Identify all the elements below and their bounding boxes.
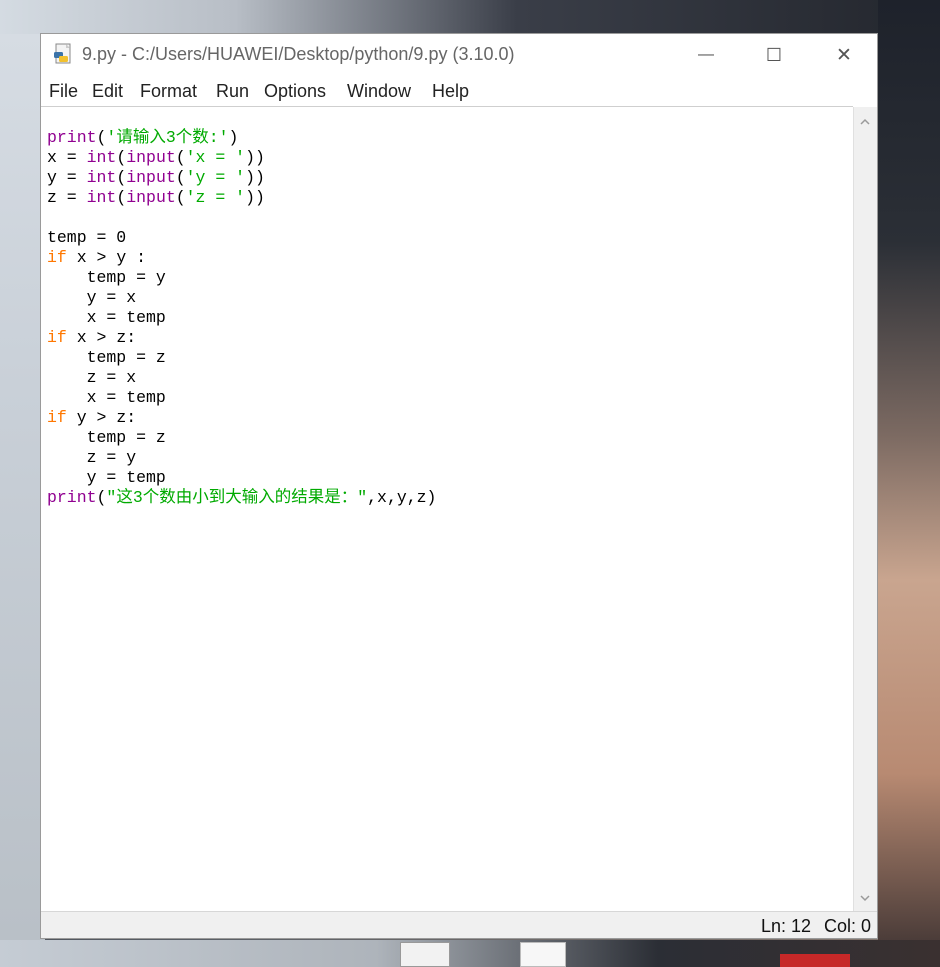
code-token: int <box>86 168 117 187</box>
menu-bar: File Edit Format Run Options Window Help <box>41 76 877 106</box>
code-token: 'y = ' <box>185 168 246 187</box>
code-editor[interactable]: print('请输入3个数:') x = int(input('x = ')) y … <box>41 107 853 911</box>
code-token: z = y <box>47 448 137 467</box>
python-file-icon <box>54 43 71 64</box>
code-token: x > y : <box>66 248 147 267</box>
code-token: x > z: <box>66 328 137 347</box>
idle-editor-window: 9.py - C:/Users/HUAWEI/Desktop/python/9.… <box>40 33 878 939</box>
code-token: temp = z <box>47 428 166 447</box>
code-line[interactable]: z = x <box>47 368 137 388</box>
code-token: ( <box>116 148 127 167</box>
code-line[interactable]: temp = z <box>47 428 166 448</box>
menu-help[interactable]: Help <box>432 81 469 102</box>
code-token: y = <box>47 168 87 187</box>
code-token: ) <box>228 128 239 147</box>
menu-edit[interactable]: Edit <box>92 81 123 102</box>
code-token: input <box>126 168 176 187</box>
status-bar: Ln: 12 Col: 0 <box>41 911 877 938</box>
code-token: x = temp <box>47 388 166 407</box>
code-token: if <box>47 248 67 267</box>
code-token: if <box>47 408 67 427</box>
code-token: temp = z <box>47 348 166 367</box>
menu-format[interactable]: Format <box>140 81 197 102</box>
code-line[interactable]: x = temp <box>47 388 166 408</box>
code-token: )) <box>245 148 265 167</box>
minimize-button[interactable]: — <box>673 34 739 76</box>
code-token: temp = 0 <box>47 228 127 247</box>
taskbar-document-icon[interactable] <box>398 940 452 967</box>
maximize-icon: ☐ <box>765 44 783 65</box>
code-token: int <box>86 188 117 207</box>
code-line[interactable]: y = x <box>47 288 137 308</box>
code-line[interactable]: if x > z: <box>47 328 136 348</box>
code-token: ( <box>96 488 107 507</box>
desktop-background-right <box>878 0 940 967</box>
menu-file[interactable]: File <box>49 81 78 102</box>
column-indicator: Col: 0 <box>824 916 872 936</box>
minimize-icon: — <box>698 46 714 63</box>
menu-options[interactable]: Options <box>264 81 326 102</box>
code-token: '请输入3个数:' <box>106 128 229 147</box>
code-token: ( <box>175 168 186 187</box>
code-line[interactable]: y = temp <box>47 468 166 488</box>
code-token: y = x <box>47 288 137 307</box>
code-token: input <box>126 188 176 207</box>
code-line[interactable]: print('请输入3个数:') <box>47 128 238 148</box>
code-line[interactable]: z = int(input('z = ')) <box>47 188 265 208</box>
maximize-button[interactable]: ☐ <box>741 34 807 76</box>
code-token: y > z: <box>66 408 137 427</box>
vertical-scrollbar[interactable] <box>853 107 877 911</box>
taskbar-archive-icon[interactable] <box>780 940 850 967</box>
code-token: ( <box>116 188 127 207</box>
scroll-up-icon[interactable] <box>858 115 872 129</box>
code-token: "这3个数由小到大输入的结果是：" <box>106 488 368 507</box>
menu-run[interactable]: Run <box>216 81 249 102</box>
code-token: z = <box>47 188 87 207</box>
desktop-background-top <box>0 0 940 34</box>
code-line[interactable]: z = y <box>47 448 137 468</box>
code-line[interactable]: if y > z: <box>47 408 136 428</box>
code-token: x = temp <box>47 308 166 327</box>
code-token: print <box>47 128 97 147</box>
code-token: ( <box>175 148 186 167</box>
code-token: x = <box>47 148 87 167</box>
title-bar[interactable]: 9.py - C:/Users/HUAWEI/Desktop/python/9.… <box>41 34 877 76</box>
desktop-background-left <box>0 0 45 967</box>
close-button[interactable]: ✕ <box>811 34 877 76</box>
code-token: )) <box>245 168 265 187</box>
code-token: 'x = ' <box>185 148 246 167</box>
window-title: 9.py - C:/Users/HUAWEI/Desktop/python/9.… <box>82 44 515 64</box>
menu-window[interactable]: Window <box>347 81 411 102</box>
code-token: )) <box>245 188 265 207</box>
code-line[interactable]: print("这3个数由小到大输入的结果是：",x,y,z) <box>47 488 436 508</box>
code-line[interactable]: x = int(input('x = ')) <box>47 148 265 168</box>
code-token: z = x <box>47 368 137 387</box>
line-indicator: Ln: 12 <box>761 916 812 936</box>
scroll-down-icon[interactable] <box>858 891 872 905</box>
code-token: 'z = ' <box>185 188 246 207</box>
code-token: y = temp <box>47 468 166 487</box>
code-line[interactable]: temp = 0 <box>47 228 126 248</box>
taskbar-file-icon[interactable] <box>520 940 566 967</box>
code-line[interactable]: if x > y : <box>47 248 146 268</box>
close-icon: ✕ <box>836 44 852 66</box>
code-line[interactable]: x = temp <box>47 308 166 328</box>
code-token: ( <box>96 128 107 147</box>
code-line[interactable]: temp = y <box>47 268 166 288</box>
code-token: input <box>126 148 176 167</box>
code-token: ( <box>116 168 127 187</box>
code-token: ( <box>175 188 186 207</box>
code-line[interactable]: y = int(input('y = ')) <box>47 168 265 188</box>
code-token: ,x,y,z) <box>367 488 437 507</box>
code-token: print <box>47 488 97 507</box>
code-line[interactable]: temp = z <box>47 348 166 368</box>
code-token: int <box>86 148 117 167</box>
code-token: temp = y <box>47 268 166 287</box>
code-token: if <box>47 328 67 347</box>
